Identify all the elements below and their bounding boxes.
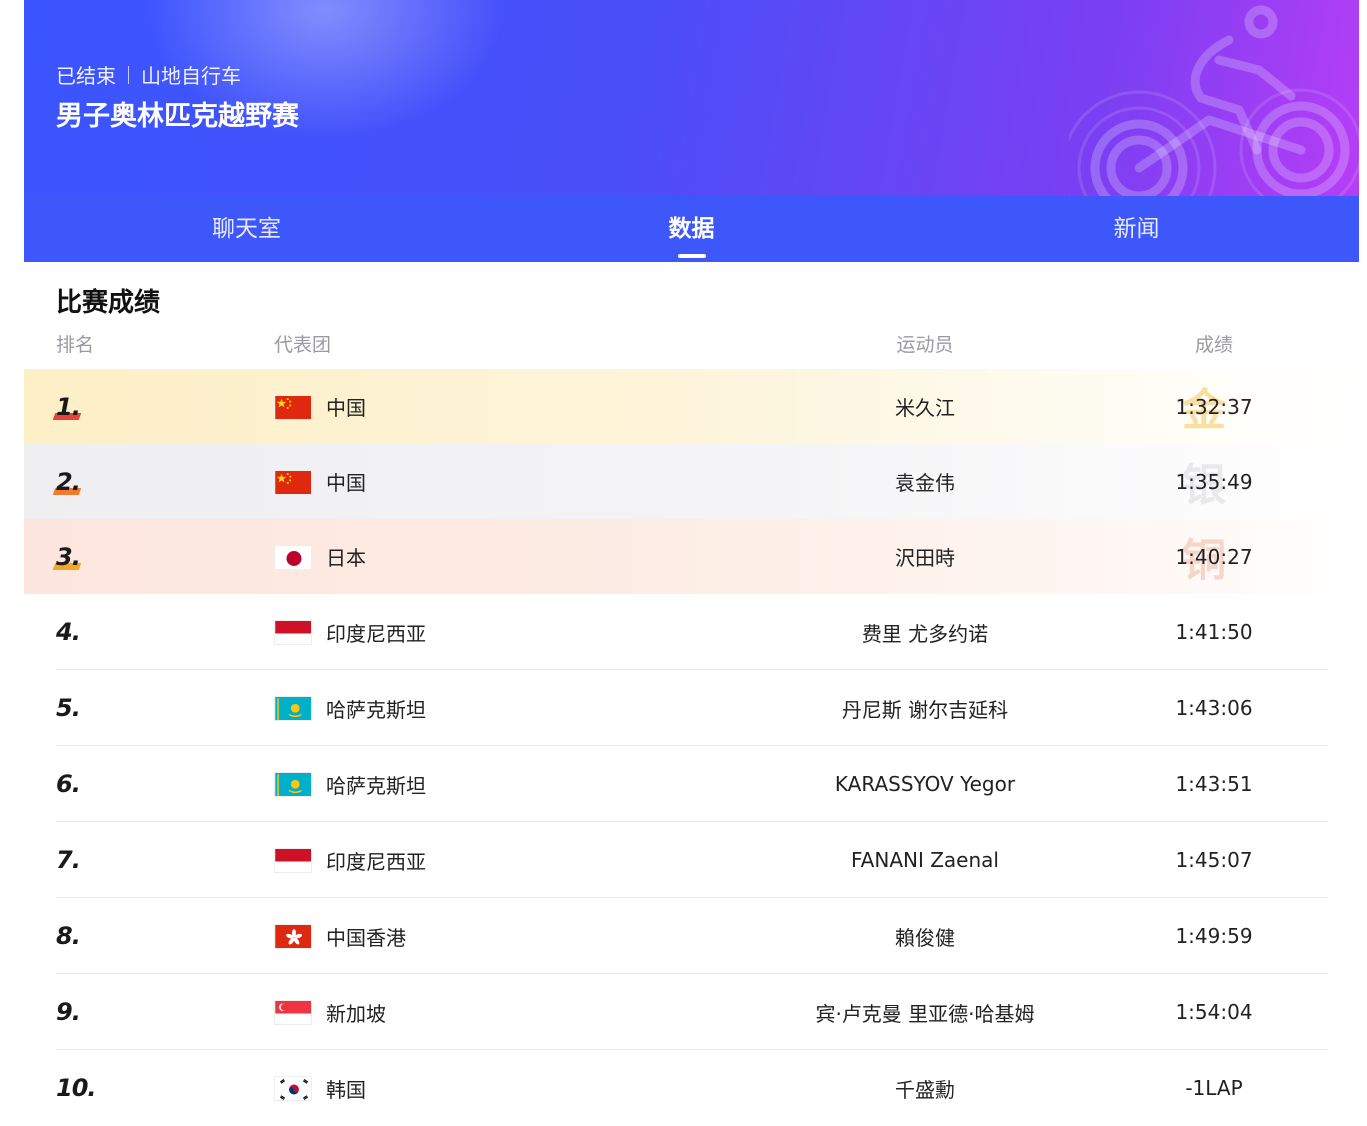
table-row[interactable]: 3. 日本 沢田時 铜 1:40:27 — [24, 519, 1359, 594]
event-title: 男子奥林匹克越野赛 — [56, 101, 299, 132]
kazakhstan-flag-icon — [274, 772, 312, 797]
korea-flag-icon — [274, 1076, 312, 1101]
team-name: 印度尼西亚 — [326, 621, 426, 646]
rank: 4. — [56, 618, 81, 646]
athlete-name: 宾·卢克曼 里亚德·哈基姆 — [815, 1001, 1035, 1026]
athlete-name: 费里 尤多约诺 — [861, 621, 989, 646]
results-table-header: 排名 代表团 运动员 成绩 — [24, 330, 1359, 360]
result-time: 1:54:04 — [1175, 1000, 1253, 1024]
singapore-flag-icon — [274, 1000, 312, 1025]
table-row[interactable]: 9. 新加坡 宾·卢克曼 里亚德·哈基姆 1:54:04 — [24, 974, 1359, 1050]
result-time: 1:41:50 — [1175, 620, 1253, 644]
athlete-name: FANANI Zaenal — [851, 848, 999, 872]
result-time: 1:40:27 — [1175, 544, 1253, 569]
indonesia-flag-icon — [274, 848, 312, 873]
meta-divider — [128, 65, 129, 84]
active-tab-indicator — [677, 254, 706, 258]
result-time: 1:45:07 — [1175, 848, 1253, 872]
indonesia-flag-icon — [274, 620, 312, 645]
team-name: 印度尼西亚 — [326, 849, 426, 874]
athlete-name: 賴俊健 — [895, 925, 955, 950]
rank: 6. — [56, 770, 81, 798]
event-header: 已结束 山地自行车 男子奥林匹克越野赛 — [24, 0, 1359, 196]
result-time: 1:43:06 — [1175, 696, 1253, 720]
rank: 2. — [52, 444, 82, 519]
table-row[interactable]: 7. 印度尼西亚 FANANI Zaenal 1:45:07 — [24, 822, 1359, 898]
rank: 7. — [56, 846, 81, 874]
team-name: 哈萨克斯坦 — [326, 697, 426, 722]
table-row[interactable]: 1. 中国 米久江 金 1:32:37 — [24, 369, 1359, 444]
athlete-name: 丹尼斯 谢尔吉延科 — [841, 697, 1009, 722]
kazakhstan-flag-icon — [274, 696, 312, 721]
japan-flag-icon — [274, 544, 312, 570]
athlete-name: 沢田時 — [895, 546, 955, 570]
table-row[interactable]: 5. 哈萨克斯坦 丹尼斯 谢尔吉延科 1:43:06 — [24, 670, 1359, 746]
rank: 8. — [56, 922, 81, 950]
athlete-name: 袁金伟 — [895, 471, 955, 495]
table-row[interactable]: 8. 中国香港 賴俊健 1:49:59 — [24, 898, 1359, 974]
table-row[interactable]: 2. 中国 袁金伟 银 1:35:49 — [24, 444, 1359, 519]
result-time: 1:35:49 — [1175, 469, 1253, 494]
result-time: 1:43:51 — [1175, 772, 1253, 796]
team-name: 哈萨克斯坦 — [326, 773, 426, 798]
result-time: 1:49:59 — [1175, 924, 1253, 948]
column-header-rank: 排名 — [56, 334, 95, 356]
table-row[interactable]: 4. 印度尼西亚 费里 尤多约诺 1:41:50 — [24, 594, 1359, 670]
event-status: 已结束 — [56, 64, 116, 88]
column-header-athlete: 运动员 — [896, 334, 954, 356]
rank: 5. — [56, 694, 81, 722]
column-header-team: 代表团 — [274, 334, 332, 356]
event-meta: 已结束 山地自行车 — [56, 60, 241, 89]
team-name: 新加坡 — [326, 1001, 386, 1026]
china-flag-icon — [274, 394, 312, 420]
page: 已结束 山地自行车 男子奥林匹克越野赛 聊天室 数据 新闻 比赛成绩 排名 代表… — [24, 0, 1359, 1115]
tab-chatroom-label: 聊天室 — [212, 216, 281, 242]
rank: 9. — [56, 998, 81, 1026]
tab-news[interactable]: 新闻 — [914, 196, 1359, 262]
team-name: 中国 — [326, 396, 366, 420]
tab-news-label: 新闻 — [1113, 216, 1160, 242]
team-name: 日本 — [326, 546, 366, 570]
team-name: 中国香港 — [326, 925, 406, 950]
event-sport: 山地自行车 — [141, 64, 241, 88]
rank: 3. — [52, 519, 82, 594]
cycling-icon — [1069, 5, 1359, 196]
result-time: 1:32:37 — [1175, 394, 1253, 419]
rank: 1. — [52, 369, 82, 444]
results-table: 1. 中国 米久江 金 1:32:37 2. 中国 袁金伟 银 1:35:49 … — [24, 369, 1359, 1126]
table-row[interactable]: 6. 哈萨克斯坦 KARASSYOV Yegor 1:43:51 — [24, 746, 1359, 822]
section-title: 比赛成绩 — [56, 288, 161, 318]
team-name: 中国 — [326, 471, 366, 495]
china-flag-icon — [274, 469, 312, 495]
hongkong-flag-icon — [274, 924, 312, 949]
tab-bar: 聊天室 数据 新闻 — [24, 196, 1359, 262]
tab-data[interactable]: 数据 — [469, 196, 914, 262]
tab-chatroom[interactable]: 聊天室 — [24, 196, 469, 262]
column-header-result: 成绩 — [1194, 334, 1233, 356]
athlete-name: 米久江 — [895, 396, 955, 420]
athlete-name: KARASSYOV Yegor — [834, 772, 1016, 796]
tab-data-label: 数据 — [668, 216, 715, 242]
